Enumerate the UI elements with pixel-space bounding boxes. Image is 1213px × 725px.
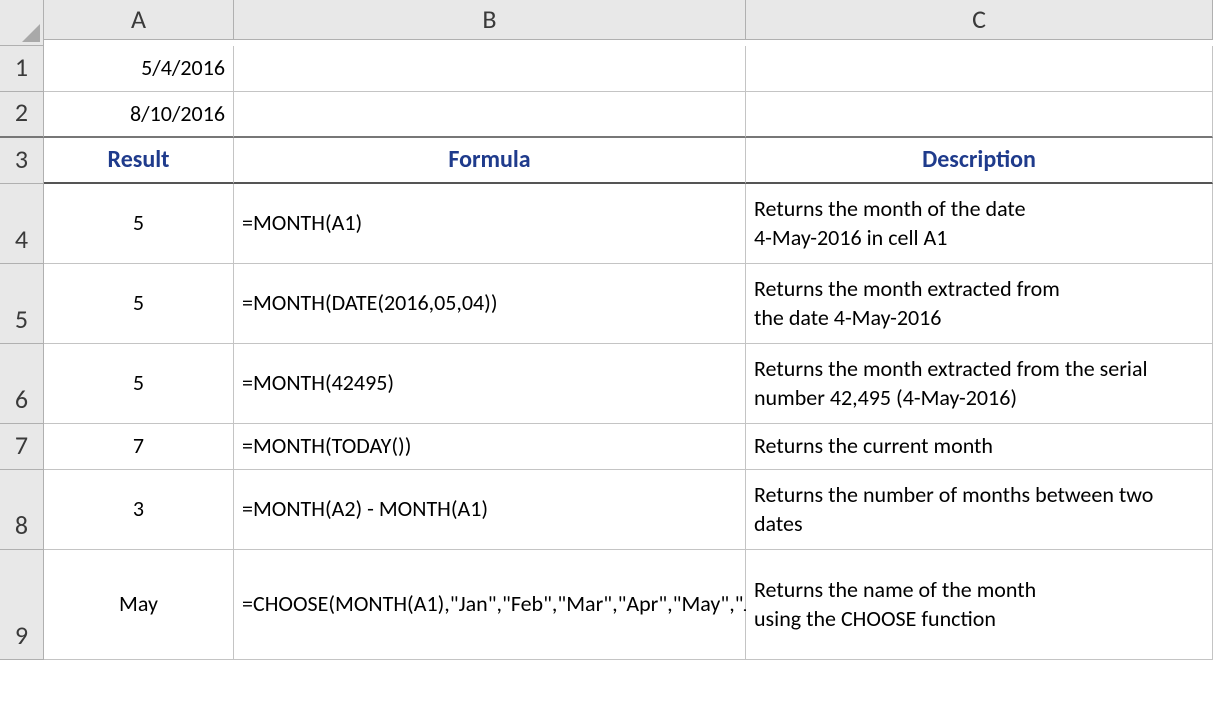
cell-A6[interactable]: 5	[44, 344, 234, 424]
row-head-1[interactable]: 1	[0, 46, 44, 92]
cell-A1[interactable]: 5/4/2016	[44, 46, 234, 92]
cell-B5[interactable]: =MONTH(DATE(2016,05,04))	[234, 264, 746, 344]
spreadsheet-grid: A B C 1 5/4/2016 2 8/10/2016 3 Result Fo…	[0, 0, 1213, 660]
cell-C2[interactable]	[746, 92, 1213, 138]
row-head-3[interactable]: 3	[0, 138, 44, 184]
cell-B2[interactable]	[234, 92, 746, 138]
cell-A5[interactable]: 5	[44, 264, 234, 344]
cell-C8[interactable]: Returns the number of months between two…	[746, 470, 1213, 550]
cell-C4[interactable]: Returns the month of the date 4-May-2016…	[746, 184, 1213, 264]
cell-C9[interactable]: Returns the name of the month using the …	[746, 550, 1213, 660]
col-head-C[interactable]: C	[746, 0, 1213, 40]
cell-A2[interactable]: 8/10/2016	[44, 92, 234, 138]
cell-C6[interactable]: Returns the month extracted from the ser…	[746, 344, 1213, 424]
row-head-5[interactable]: 5	[0, 264, 44, 344]
cell-A4[interactable]: 5	[44, 184, 234, 264]
cell-B6[interactable]: =MONTH(42495)	[234, 344, 746, 424]
row-head-2[interactable]: 2	[0, 92, 44, 138]
cell-B4[interactable]: =MONTH(A1)	[234, 184, 746, 264]
row-head-7[interactable]: 7	[0, 424, 44, 470]
row-head-9[interactable]: 9	[0, 550, 44, 660]
cell-C3[interactable]: Description	[746, 138, 1213, 184]
cell-C5[interactable]: Returns the month extracted from the dat…	[746, 264, 1213, 344]
cell-A9[interactable]: May	[44, 550, 234, 660]
col-head-B[interactable]: B	[234, 0, 746, 40]
row-head-8[interactable]: 8	[0, 470, 44, 550]
select-all-corner[interactable]	[0, 0, 44, 46]
cell-A8[interactable]: 3	[44, 470, 234, 550]
cell-C7[interactable]: Returns the current month	[746, 424, 1213, 470]
cell-C1[interactable]	[746, 46, 1213, 92]
cell-B8[interactable]: =MONTH(A2) - MONTH(A1)	[234, 470, 746, 550]
cell-B7[interactable]: =MONTH(TODAY())	[234, 424, 746, 470]
cell-B9[interactable]: =CHOOSE(MONTH(A1),"Jan","Feb","Mar","Apr…	[234, 550, 746, 660]
cell-B1[interactable]	[234, 46, 746, 92]
col-head-A[interactable]: A	[44, 0, 234, 40]
row-head-6[interactable]: 6	[0, 344, 44, 424]
cell-B3[interactable]: Formula	[234, 138, 746, 184]
row-head-4[interactable]: 4	[0, 184, 44, 264]
cell-A7[interactable]: 7	[44, 424, 234, 470]
cell-A3[interactable]: Result	[44, 138, 234, 184]
